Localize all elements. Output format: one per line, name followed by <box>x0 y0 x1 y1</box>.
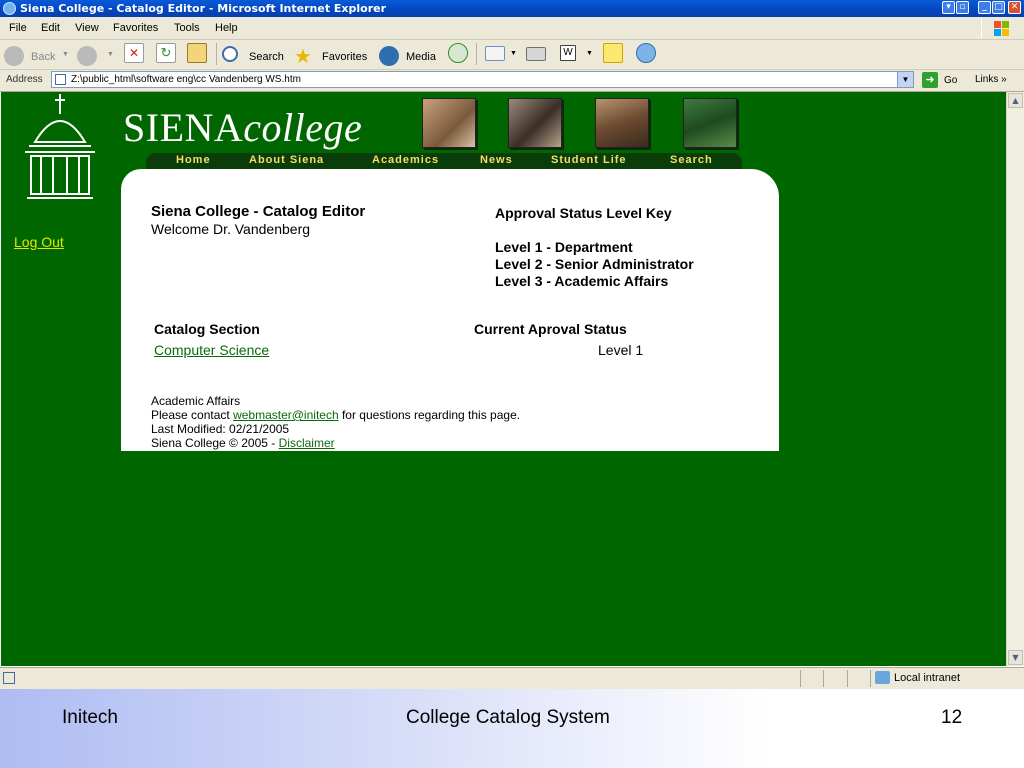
page-icon <box>55 74 66 85</box>
intranet-zone-icon <box>875 671 890 684</box>
internet-explorer-icon <box>3 2 16 15</box>
title-bar: Siena College - Catalog Editor - Microso… <box>0 0 1024 17</box>
approval-status-header: Current Aproval Status <box>474 321 627 337</box>
classroom-photo <box>508 98 562 148</box>
forward-dropdown-icon[interactable]: ▼ <box>107 51 114 58</box>
page-status-icon <box>3 672 15 684</box>
editor-panel: Siena College - Catalog Editor Welcome D… <box>121 169 779 451</box>
footer-contact: Please contact webmaster@initech for que… <box>151 408 521 422</box>
scroll-down-icon[interactable]: ▼ <box>1008 650 1023 665</box>
slide-page-number: 12 <box>941 707 963 728</box>
favorites-button[interactable]: ★ Favorites <box>294 43 370 68</box>
welcome-text: Welcome Dr. Vandenberg <box>151 221 311 237</box>
webmaster-link[interactable]: webmaster@initech <box>233 408 339 422</box>
go-button[interactable]: ➜ Go <box>920 72 970 88</box>
approval-key-title: Approval Status Level Key <box>495 205 672 221</box>
search-button[interactable]: Search <box>222 43 286 65</box>
forward-arrow-icon <box>77 46 97 66</box>
star-icon: ★ <box>294 46 312 68</box>
address-value[interactable]: Z:\public_html\software eng\cc Vandenber… <box>71 74 301 85</box>
soccer-photo <box>683 98 737 148</box>
level-3-key: Level 3 - Academic Affairs <box>495 273 669 289</box>
back-dropdown-icon[interactable]: ▼ <box>62 51 69 58</box>
close-button[interactable]: ✕ <box>1008 1 1021 14</box>
catalog-section-header: Catalog Section <box>154 321 260 337</box>
window-title: Siena College - Catalog Editor - Microso… <box>20 2 387 15</box>
menu-view[interactable]: View <box>75 22 99 34</box>
security-zone-label: Local intranet <box>894 672 961 684</box>
nav-news[interactable]: News <box>480 154 513 166</box>
vertical-scrollbar[interactable]: ▲ ▼ <box>1006 92 1024 666</box>
back-arrow-icon <box>4 46 24 66</box>
level-1-key: Level 1 - Department <box>495 239 633 255</box>
student-portrait-photo <box>595 98 649 148</box>
level-2-key: Level 2 - Senior Administrator <box>495 256 694 272</box>
forward-button[interactable]: ▼ <box>77 43 115 66</box>
slide-footer: Initech College Catalog System 12 <box>0 689 1024 768</box>
page-title: Siena College - Catalog Editor <box>151 203 366 220</box>
go-arrow-icon: ➜ <box>922 72 938 88</box>
nav-about-siena[interactable]: About Siena <box>249 154 324 166</box>
history-icon[interactable] <box>448 43 468 63</box>
print-icon[interactable] <box>526 47 546 61</box>
page-content: Log Out SIENAcollege Home About Siena Ac… <box>1 92 1006 666</box>
nav-home[interactable]: Home <box>176 154 211 166</box>
logout-link[interactable]: Log Out <box>14 234 64 250</box>
students-photo <box>422 98 476 148</box>
menu-help[interactable]: Help <box>215 22 238 34</box>
address-input[interactable]: Z:\public_html\software eng\cc Vandenber… <box>51 71 914 88</box>
menu-favorites[interactable]: Favorites <box>113 22 158 34</box>
windows-logo-icon <box>981 18 1019 38</box>
stop-icon[interactable]: ✕ <box>124 43 144 63</box>
address-bar: Address Z:\public_html\software eng\cc V… <box>0 70 1024 92</box>
address-label: Address <box>6 74 43 85</box>
slide-company: Initech <box>62 707 118 728</box>
messenger-icon[interactable] <box>636 43 656 63</box>
refresh-icon[interactable]: ↻ <box>156 43 176 63</box>
links-button[interactable]: Links » <box>975 74 1007 85</box>
edit-dropdown-icon[interactable]: ▼ <box>586 50 593 57</box>
mail-icon[interactable] <box>485 46 505 61</box>
footer-modified: Last Modified: 02/21/2005 <box>151 422 290 436</box>
status-bar: Local intranet <box>0 667 1024 689</box>
nav-search[interactable]: Search <box>670 154 713 166</box>
site-nav: Home About Siena Academics News Student … <box>146 153 742 169</box>
computer-science-link[interactable]: Computer Science <box>154 342 269 358</box>
mail-dropdown-icon[interactable]: ▼ <box>510 50 517 57</box>
status-value: Level 1 <box>598 342 644 358</box>
menu-tools[interactable]: Tools <box>174 22 200 34</box>
site-brand: SIENAcollege <box>123 105 363 150</box>
media-button[interactable]: Media <box>379 43 439 66</box>
footer-dept: Academic Affairs <box>151 394 241 408</box>
menu-edit[interactable]: Edit <box>41 22 60 34</box>
menu-file[interactable]: File <box>9 22 27 34</box>
back-button[interactable]: Back ▼ <box>4 43 70 66</box>
disclaimer-link[interactable]: Disclaimer <box>279 436 335 450</box>
edit-word-icon[interactable]: W <box>560 45 576 61</box>
toolbar: Back ▼ ▼ ✕ ↻ Search ★ Favorites Media ▼ … <box>0 40 1024 70</box>
address-dropdown-icon[interactable]: ▼ <box>897 72 913 87</box>
slide-title: College Catalog System <box>406 707 610 728</box>
maximize-button[interactable]: □ <box>992 1 1005 14</box>
menu-bar: File Edit View Favorites Tools Help <box>0 17 1024 40</box>
nav-student-life[interactable]: Student Life <box>551 154 627 166</box>
media-globe-icon <box>379 46 399 66</box>
system-menu-button[interactable]: ▾ <box>942 1 955 14</box>
scroll-up-icon[interactable]: ▲ <box>1008 93 1023 108</box>
minimize-button[interactable]: _ <box>978 1 991 14</box>
discuss-icon[interactable] <box>603 43 623 63</box>
home-icon[interactable] <box>187 43 207 63</box>
search-icon <box>222 46 238 62</box>
nav-academics[interactable]: Academics <box>372 154 439 166</box>
footer-copyright: Siena College © 2005 - Disclaimer <box>151 436 335 450</box>
chapel-dome-logo <box>25 94 95 199</box>
restore-icon[interactable]: ▫ <box>956 1 969 14</box>
